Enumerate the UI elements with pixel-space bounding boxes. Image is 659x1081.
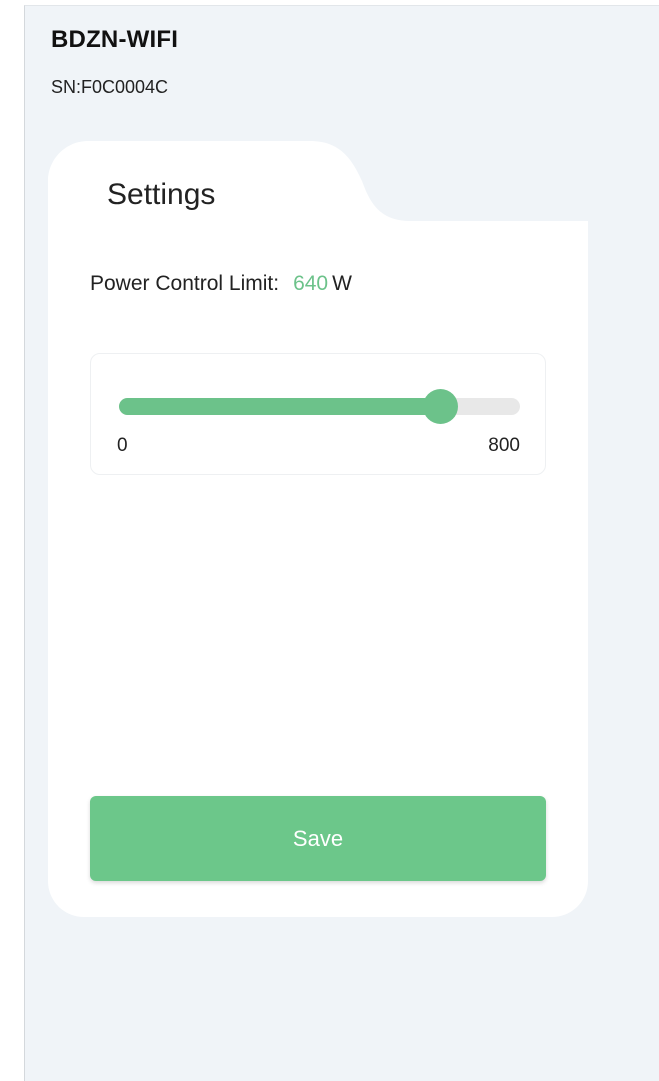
power-limit-slider-fill xyxy=(119,398,440,415)
slider-max-label: 800 xyxy=(488,435,520,456)
power-limit-value: 640 xyxy=(293,272,329,295)
power-limit-row: Power Control Limit: 640 W xyxy=(90,272,352,296)
device-serial-number: SN:F0C0004C xyxy=(51,77,169,97)
settings-tab-title: Settings xyxy=(107,178,216,211)
power-limit-label: Power Control Limit: xyxy=(90,272,280,295)
power-limit-slider-panel: 0 800 xyxy=(90,353,546,475)
power-limit-slider-thumb[interactable] xyxy=(422,389,458,424)
save-button[interactable]: Save xyxy=(90,796,546,881)
power-limit-unit: W xyxy=(332,272,352,295)
slider-min-label: 0 xyxy=(117,435,128,456)
device-name: BDZN-WIFI xyxy=(51,26,179,53)
power-limit-slider-track[interactable] xyxy=(119,389,520,424)
